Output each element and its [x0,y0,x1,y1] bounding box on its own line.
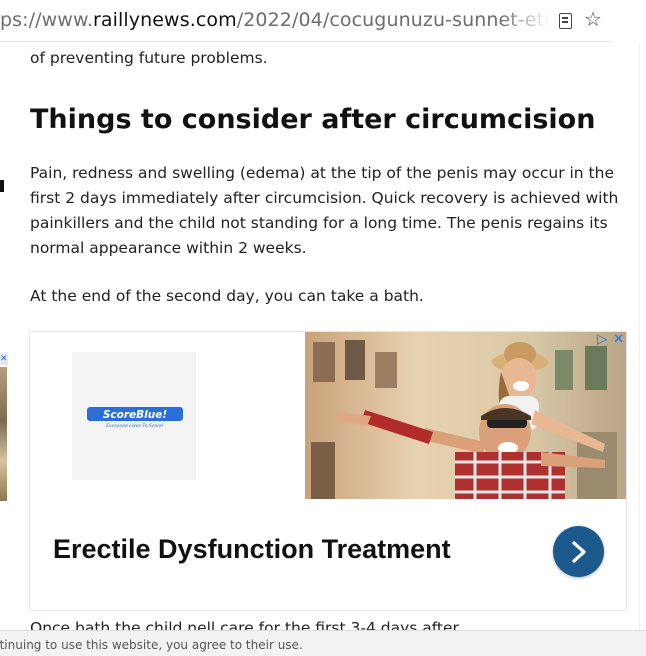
couple-photo [305,332,626,499]
chevron-right-icon [572,541,586,563]
ad-cta-button[interactable] [553,526,604,577]
svg-text:ScoreBlue!: ScoreBlue! [103,409,167,421]
scoreblue-logo: ScoreBlue! Everyone Likes To Score! [87,407,183,428]
page-edge [639,42,640,630]
reader-view-icon[interactable] [559,13,572,29]
ad-logo-panel[interactable]: ScoreBlue! Everyone Likes To Score! [72,352,196,480]
left-ad-image[interactable] [0,367,7,501]
url-text[interactable]: ps://www.raillynews.com/2022/04/cocugunu… [0,9,548,31]
star-icon[interactable]: ☆ [584,9,602,29]
adchoices-icon[interactable]: ▷ [597,333,607,347]
url-domain: raillynews.com [92,9,237,31]
ad-headline[interactable]: Erectile Dysfunction Treatment [53,534,451,565]
cookie-text: ntinuing to use this website, you agree … [0,638,303,652]
advertisement[interactable]: ScoreBlue! Everyone Likes To Score! ▷ ✕ … [29,331,627,611]
url-bar[interactable]: ps://www.raillynews.com/2022/04/cocugunu… [0,0,612,42]
left-ad-close-icon[interactable]: ✕ [0,353,8,365]
url-fade [500,4,550,38]
paragraph: At the end of the second day, you can ta… [30,287,424,305]
section-heading: Things to consider after circumcision [30,104,596,135]
paragraph-line: of preventing future problems. [30,49,268,67]
partial-paragraph-bottom: Once bath the child nell care for the fi… [30,619,459,630]
ad-choices[interactable]: ▷ ✕ [597,333,624,347]
paragraph: Pain, redness and swelling (edema) at th… [30,164,619,257]
left-clipped-text [0,180,4,192]
close-icon[interactable]: ✕ [613,333,624,347]
svg-text:Everyone Likes To Score!: Everyone Likes To Score! [106,423,164,428]
ad-photo[interactable] [305,332,626,499]
cookie-bar: ntinuing to use this website, you agree … [0,630,646,656]
